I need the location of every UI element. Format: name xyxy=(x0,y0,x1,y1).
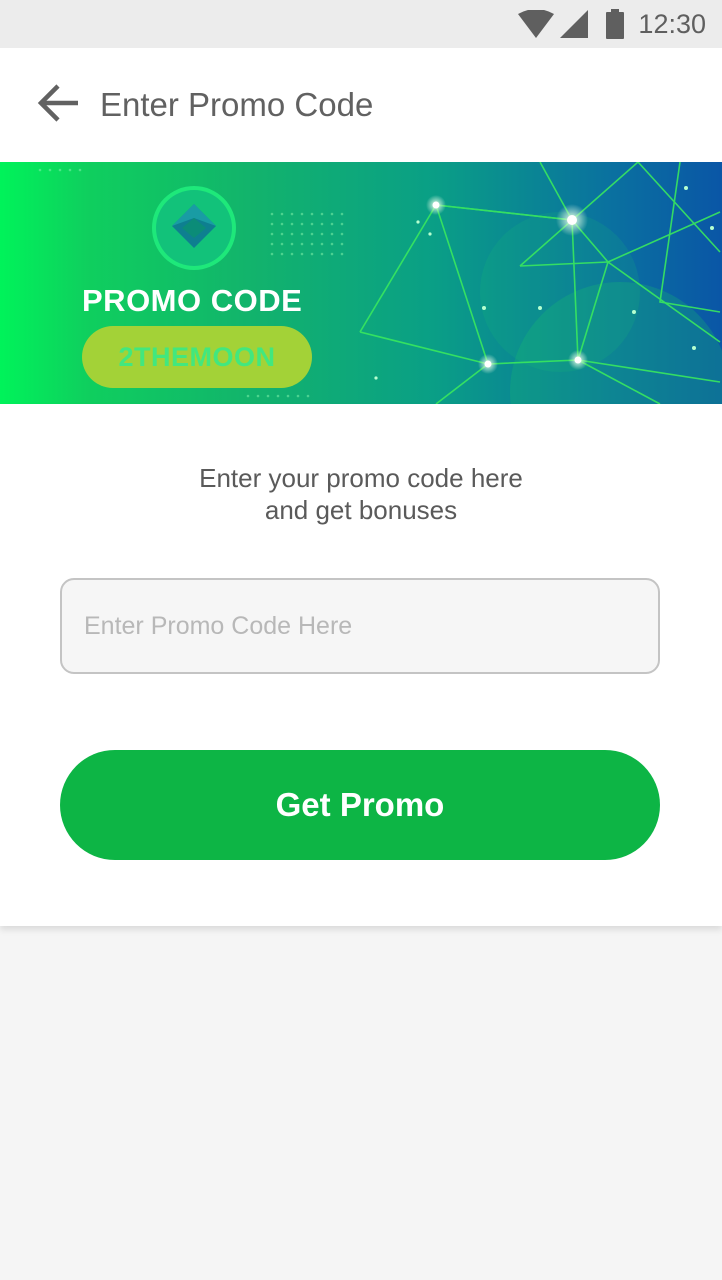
status-time: 12:30 xyxy=(638,8,706,39)
status-bar: 12:30 xyxy=(0,0,722,48)
get-promo-button[interactable]: Get Promo xyxy=(60,750,660,860)
promo-form-card: Enter your promo code here and get bonus… xyxy=(0,404,722,926)
instructions-line-2: and get bonuses xyxy=(264,495,458,525)
app-bar: Enter Promo Code xyxy=(0,48,722,162)
arrow-left-icon xyxy=(36,83,80,128)
wifi-icon xyxy=(518,10,555,38)
diamond-logo-icon xyxy=(152,186,236,270)
instructions-text: Enter your promo code here and get bonus… xyxy=(0,462,722,526)
back-button[interactable] xyxy=(28,75,88,135)
promo-banner: PROMO CODE 2THEMOON xyxy=(0,162,722,404)
banner-heading: PROMO CODE xyxy=(82,283,303,318)
banner-code-badge: 2THEMOON xyxy=(82,326,312,388)
battery-icon xyxy=(606,9,625,39)
instructions-line-1: Enter your promo code here xyxy=(199,463,523,493)
banner-code-text: 2THEMOON xyxy=(118,341,276,372)
promo-code-input[interactable] xyxy=(60,578,660,674)
status-icons: 12:30 xyxy=(518,0,706,48)
signal-icon xyxy=(560,10,589,38)
page-title: Enter Promo Code xyxy=(100,86,374,123)
